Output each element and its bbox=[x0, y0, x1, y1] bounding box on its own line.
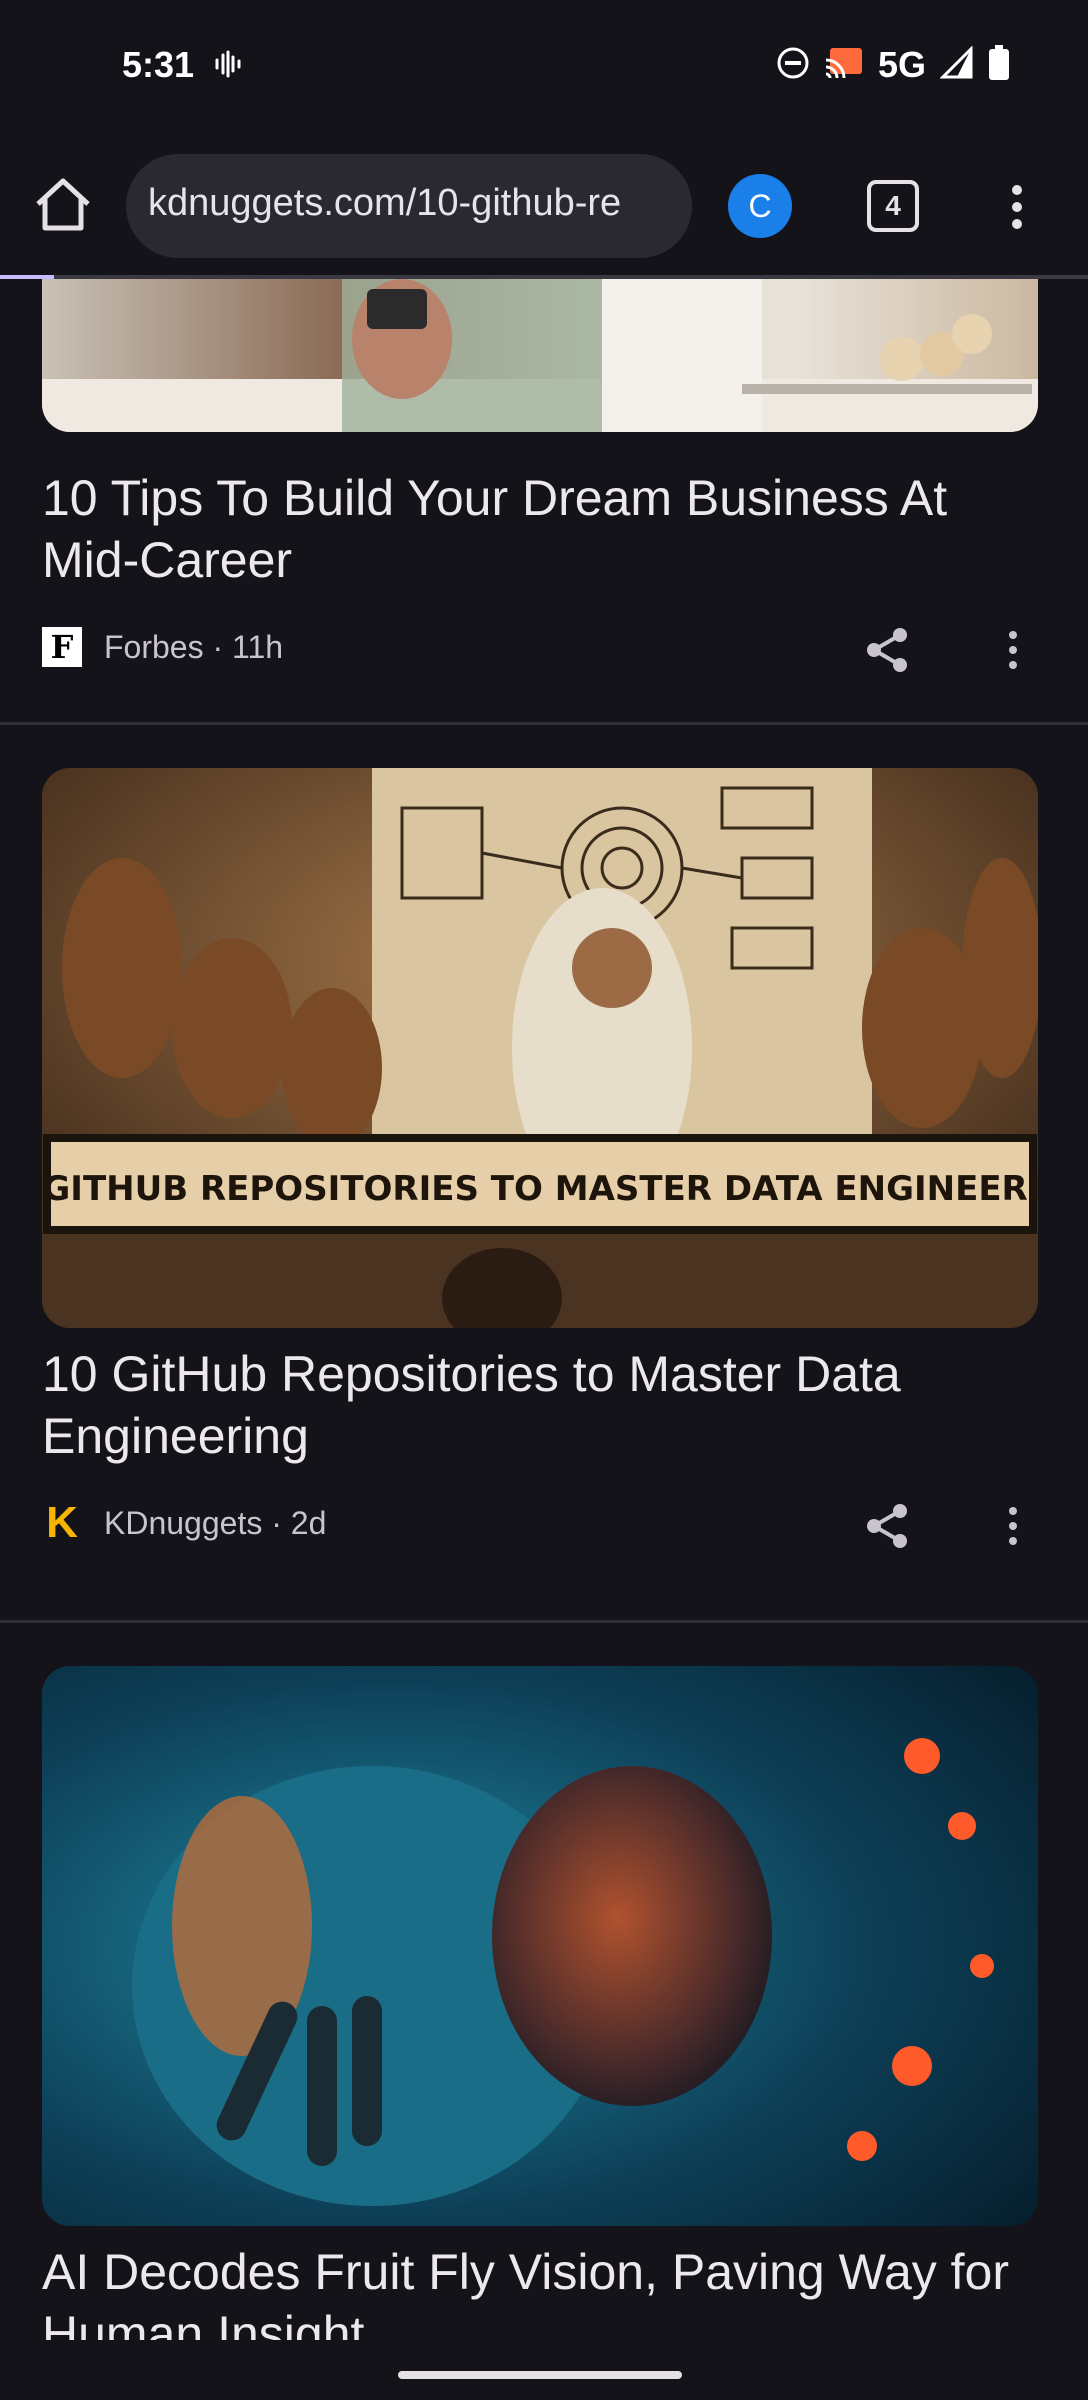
share-icon bbox=[867, 1504, 907, 1548]
status-time: 5:31 bbox=[122, 44, 195, 85]
do-not-disturb-icon bbox=[776, 46, 810, 85]
kdnuggets-logo: K bbox=[42, 1498, 82, 1547]
article-source: Forbes · 11h bbox=[104, 628, 284, 665]
feed-card[interactable]: 10 GITHUB REPOSITORIES TO MASTER DATA EN… bbox=[0, 725, 1088, 1621]
address-bar[interactable]: kdnuggets.com/10-github-re bbox=[126, 154, 692, 258]
account-avatar[interactable]: C bbox=[728, 174, 792, 238]
share-button[interactable] bbox=[862, 625, 912, 675]
cast-icon bbox=[824, 46, 864, 85]
article-meta: K KDnuggets · 2d bbox=[42, 1498, 327, 1547]
tab-switcher-button[interactable]: 4 bbox=[867, 180, 919, 232]
feed-card[interactable]: 10 Tips To Build Your Dream Business At … bbox=[0, 279, 1088, 724]
feed-card[interactable]: AI Decodes Fruit Fly Vision, Paving Way … bbox=[0, 1623, 1088, 2340]
more-vert-icon bbox=[1012, 185, 1022, 229]
network-type: 5G bbox=[877, 44, 926, 85]
article-title[interactable]: 10 GitHub Repositories to Master Data En… bbox=[42, 1343, 1042, 1467]
voicemail-wave-icon bbox=[214, 50, 242, 83]
status-bar: 5:31 5G bbox=[0, 0, 1088, 136]
article-more-button[interactable] bbox=[998, 1501, 1028, 1551]
article-meta: F Forbes · 11h bbox=[42, 627, 283, 667]
article-thumbnail[interactable] bbox=[42, 1666, 1038, 2226]
signal-icon bbox=[939, 44, 974, 85]
article-title[interactable]: 10 Tips To Build Your Dream Business At … bbox=[42, 467, 1042, 591]
url-text[interactable]: kdnuggets.com/10-github-re bbox=[148, 182, 668, 225]
forbes-logo: F bbox=[42, 627, 82, 667]
article-source: KDnuggets · 2d bbox=[104, 1504, 327, 1541]
home-icon bbox=[36, 178, 90, 231]
overflow-menu-button[interactable] bbox=[1002, 182, 1032, 232]
kdnuggets-logo-letter: K bbox=[46, 1498, 78, 1547]
share-button[interactable] bbox=[862, 1501, 912, 1551]
news-feed: 10 Tips To Build Your Dream Business At … bbox=[0, 279, 1088, 2340]
battery-icon bbox=[988, 44, 1010, 86]
forbes-logo-letter: F bbox=[50, 628, 74, 666]
article-thumbnail[interactable]: 10 GITHUB REPOSITORIES TO MASTER DATA EN… bbox=[42, 768, 1038, 1328]
home-button[interactable] bbox=[30, 172, 96, 238]
gesture-nav-area bbox=[0, 2340, 1088, 2400]
article-more-button[interactable] bbox=[998, 625, 1028, 675]
banner-text: 10 GITHUB REPOSITORIES TO MASTER DATA EN… bbox=[42, 1169, 1038, 1209]
article-title[interactable]: AI Decodes Fruit Fly Vision, Paving Way … bbox=[42, 2241, 1042, 2340]
article-thumbnail[interactable] bbox=[42, 279, 1038, 432]
more-vert-icon bbox=[1009, 1507, 1017, 1545]
gesture-nav-handle[interactable] bbox=[398, 2371, 682, 2379]
more-vert-icon bbox=[1009, 631, 1017, 669]
share-icon bbox=[867, 628, 907, 672]
browser-toolbar: kdnuggets.com/10-github-re C 4 bbox=[0, 136, 1088, 276]
